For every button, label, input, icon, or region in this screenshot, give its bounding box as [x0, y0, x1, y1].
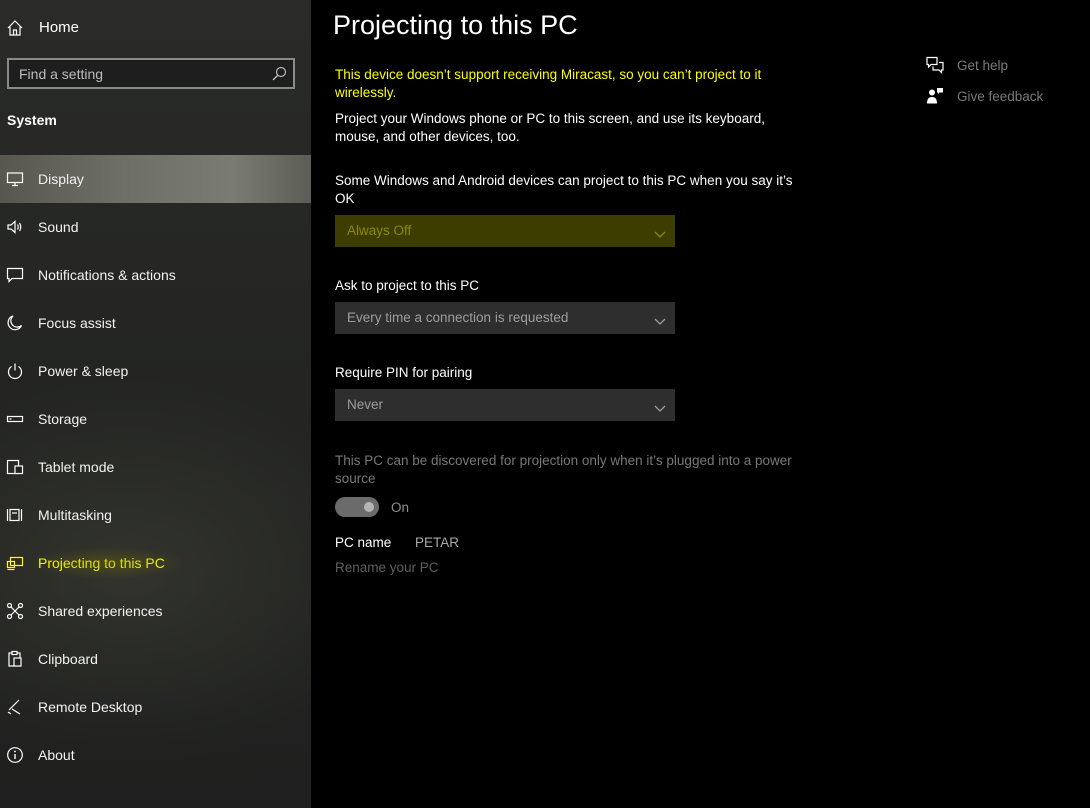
power-source-toggle[interactable]: [335, 497, 379, 517]
sidebar-item-label: Projecting to this PC: [38, 555, 165, 571]
sidebar: Home System Display Sound Notifications …: [0, 0, 311, 808]
search-input[interactable]: [9, 60, 259, 87]
speaker-icon: [6, 218, 24, 236]
help-chat-icon: [925, 55, 945, 75]
sidebar-item-label: Notifications & actions: [38, 267, 176, 283]
main-content: Projecting to this PC This device doesn’…: [311, 0, 1090, 808]
sidebar-item-sound[interactable]: Sound: [0, 203, 311, 251]
sidebar-item-label: About: [38, 747, 75, 763]
get-help-label: Get help: [957, 58, 1009, 73]
sidebar-item-projecting[interactable]: Projecting to this PC: [0, 539, 311, 587]
availability-value: Always Off: [347, 223, 412, 238]
sidebar-item-focus-assist[interactable]: Focus assist: [0, 299, 311, 347]
availability-dropdown[interactable]: Always Off: [335, 215, 675, 247]
sidebar-item-notifications[interactable]: Notifications & actions: [0, 251, 311, 299]
sidebar-item-label: Multitasking: [38, 507, 112, 523]
availability-label: Some Windows and Android devices can pro…: [335, 173, 793, 206]
ask-to-project-value: Every time a connection is requested: [347, 310, 569, 325]
sidebar-item-shared-experiences[interactable]: Shared experiences: [0, 587, 311, 635]
sidebar-item-about[interactable]: About: [0, 731, 311, 779]
tablet-mode-icon: [6, 458, 24, 476]
sidebar-item-power-sleep[interactable]: Power & sleep: [0, 347, 311, 395]
sidebar-item-label: Remote Desktop: [38, 699, 143, 715]
chevron-down-icon: [654, 400, 666, 412]
require-pin-label: Require PIN for pairing: [335, 365, 473, 380]
require-pin-value: Never: [347, 397, 384, 412]
toggle-knob: [364, 502, 374, 512]
require-pin-dropdown[interactable]: Never: [335, 389, 675, 421]
moon-icon: [6, 314, 24, 332]
sidebar-item-display[interactable]: Display: [0, 155, 311, 203]
sidebar-item-label: Clipboard: [38, 651, 98, 667]
search-icon[interactable]: [272, 66, 287, 81]
monitor-icon: [6, 170, 24, 188]
section-title: System: [7, 112, 57, 128]
home-label: Home: [39, 19, 80, 36]
pc-name-value: PETAR: [415, 535, 460, 550]
home-nav-item[interactable]: Home: [0, 10, 311, 44]
ask-to-project-dropdown[interactable]: Every time a connection is requested: [335, 302, 675, 334]
sidebar-item-label: Tablet mode: [38, 459, 115, 475]
miracast-warning: This device doesn’t support receiving Mi…: [335, 67, 762, 100]
sidebar-item-multitasking[interactable]: Multitasking: [0, 491, 311, 539]
sidebar-item-label: Storage: [38, 411, 88, 427]
sidebar-item-storage[interactable]: Storage: [0, 395, 311, 443]
sidebar-item-remote-desktop[interactable]: Remote Desktop: [0, 683, 311, 731]
page-title: Projecting to this PC: [333, 10, 578, 40]
remote-desktop-icon: [6, 698, 24, 716]
pc-name-label: PC name: [335, 535, 392, 550]
power-source-note: This PC can be discovered for projection…: [335, 453, 792, 486]
power-icon: [6, 362, 24, 380]
feedback-icon: [925, 86, 945, 106]
give-feedback-label: Give feedback: [957, 89, 1044, 104]
sidebar-item-label: Power & sleep: [38, 363, 129, 379]
multitasking-icon: [6, 506, 24, 524]
drive-icon: [6, 410, 24, 428]
sidebar-item-label: Sound: [38, 219, 79, 235]
sidebar-item-label: Shared experiences: [38, 603, 163, 619]
toggle-state-label: On: [391, 500, 410, 515]
share-icon: [6, 602, 24, 620]
ask-to-project-label: Ask to project to this PC: [335, 278, 480, 293]
page-description: Project your Windows phone or PC to this…: [335, 111, 765, 144]
rename-pc-link[interactable]: Rename your PC: [335, 560, 439, 575]
search-box: [7, 58, 295, 89]
sidebar-nav: Display Sound Notifications & actions Fo…: [0, 155, 311, 779]
message-icon: [6, 266, 24, 284]
chevron-down-icon: [654, 226, 666, 238]
sidebar-item-tablet-mode[interactable]: Tablet mode: [0, 443, 311, 491]
clipboard-icon: [6, 650, 24, 668]
sidebar-item-label: Focus assist: [38, 315, 116, 331]
home-icon: [6, 19, 24, 37]
sidebar-item-label: Display: [38, 171, 84, 187]
chevron-down-icon: [654, 313, 666, 325]
sidebar-item-clipboard[interactable]: Clipboard: [0, 635, 311, 683]
projecting-icon: [6, 554, 24, 572]
info-icon: [6, 746, 24, 764]
